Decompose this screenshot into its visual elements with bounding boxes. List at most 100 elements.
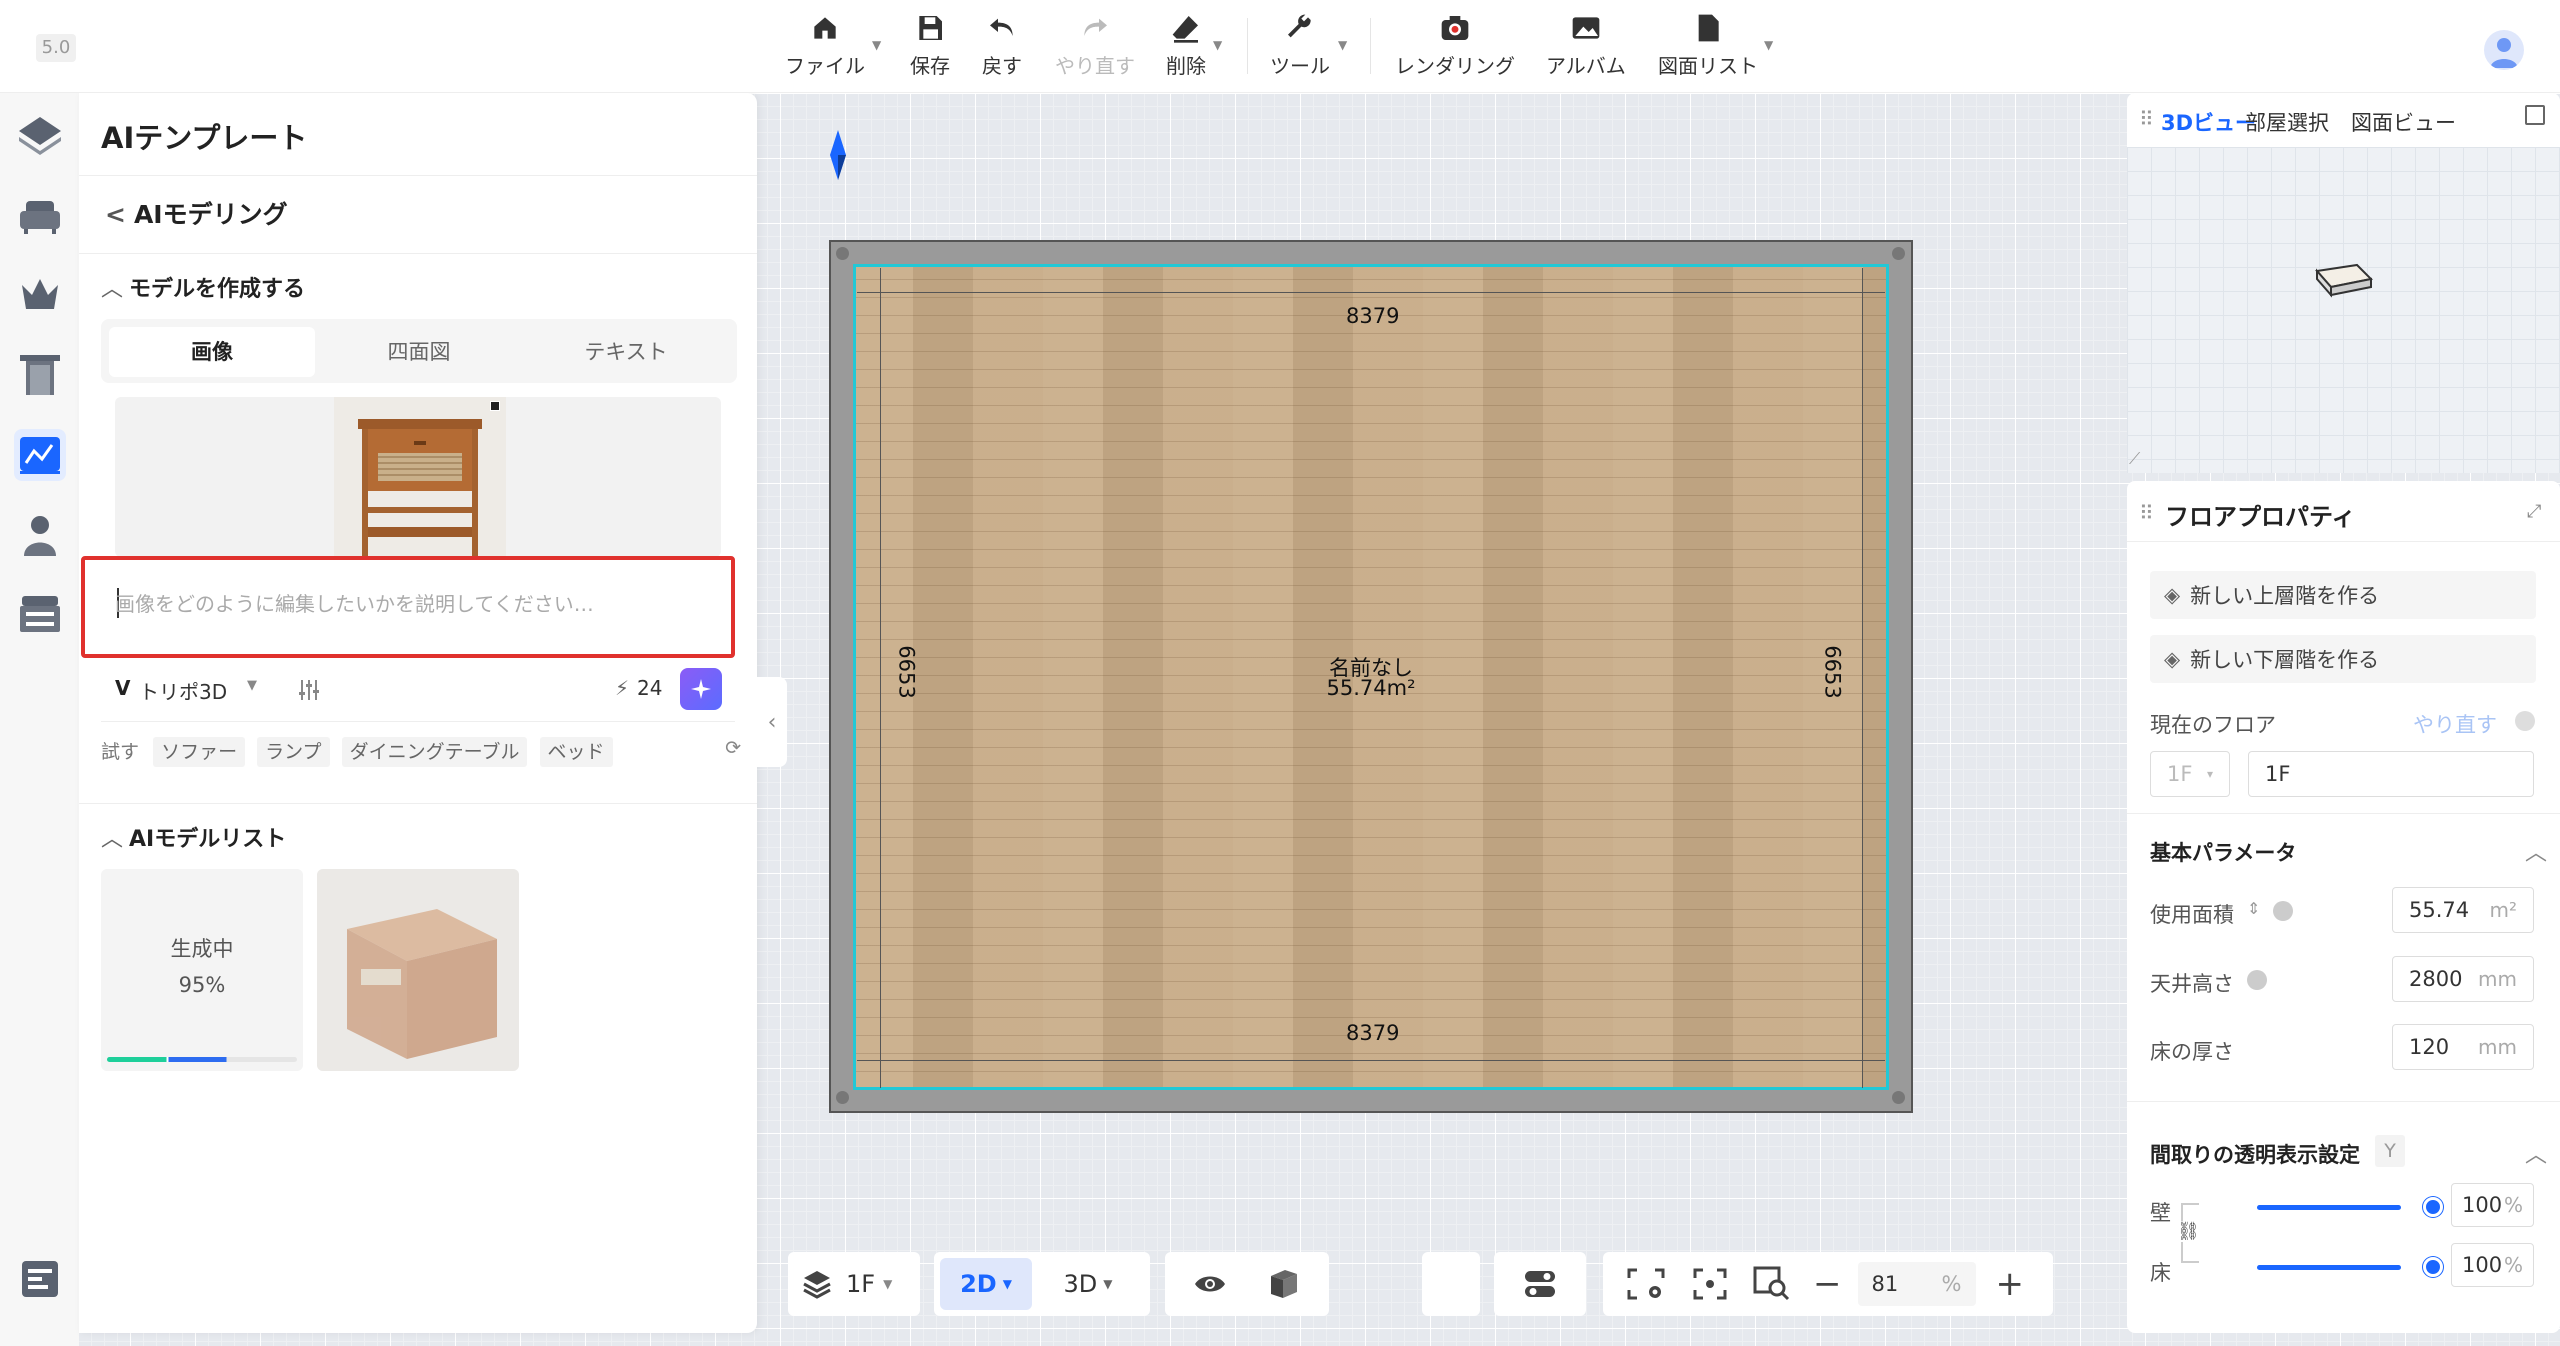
link-icon[interactable]: ⛓ — [2177, 1221, 2200, 1242]
sidebar-item-furniture[interactable] — [14, 189, 66, 241]
sliders-icon[interactable] — [297, 678, 321, 702]
drawing-list-button[interactable]: 図面リスト — [1658, 12, 1758, 82]
undo-button[interactable]: 戻す — [982, 12, 1022, 82]
expand-icon[interactable] — [490, 401, 500, 411]
wall-slider-track[interactable] — [2257, 1205, 2401, 1210]
collapse-panel-button[interactable]: ‹ — [757, 677, 787, 767]
corner-handle[interactable] — [1892, 247, 1905, 260]
delete-button[interactable]: 削除 — [1166, 12, 1206, 82]
file-button[interactable]: ファイル — [785, 12, 865, 82]
refresh-icon[interactable]: ⟳ — [725, 737, 741, 759]
resize-handle-icon[interactable]: ⟋ — [2129, 449, 2140, 469]
person-icon — [24, 516, 56, 556]
floor-slider-knob[interactable] — [2423, 1257, 2443, 1277]
tab-plan-view[interactable]: 図面ビュー — [2351, 107, 2456, 137]
tab-room-select[interactable]: 部屋選択 — [2245, 107, 2329, 137]
expand-icon[interactable]: ⤢ — [2527, 501, 2541, 522]
generate-button[interactable] — [680, 668, 722, 710]
corner-handle[interactable] — [1892, 1091, 1905, 1104]
model-select[interactable]: トリポ3D — [139, 676, 227, 705]
tab-image[interactable]: 画像 — [109, 327, 315, 377]
add-lower-floor-button[interactable]: ◈ 新しい下層階を作る — [2150, 635, 2536, 683]
fit-settings-icon[interactable] — [1627, 1268, 1665, 1300]
popout-icon[interactable] — [2525, 105, 2545, 125]
zoom-region-icon[interactable] — [1753, 1266, 1791, 1302]
album-button[interactable]: アルバム — [1546, 12, 1626, 82]
blank-tool-button[interactable] — [1422, 1252, 1480, 1316]
toolbar-divider — [1247, 18, 1248, 74]
uploaded-image-area[interactable] — [115, 397, 721, 557]
generating-card[interactable]: 生成中 95% — [101, 869, 303, 1071]
tab-text[interactable]: テキスト — [523, 327, 729, 377]
compass-icon[interactable] — [828, 130, 848, 180]
ceiling-input[interactable]: 2800 mm — [2392, 956, 2534, 1002]
create-section-header[interactable]: ︿ モデルを作成する — [101, 271, 305, 303]
view-2d-button[interactable]: 2D ▼ — [940, 1258, 1032, 1310]
prompt-box[interactable] — [81, 556, 735, 658]
chevron-up-icon[interactable]: ︿ — [2525, 835, 2547, 867]
sidebar-item-floorplan[interactable] — [14, 109, 66, 161]
tab-3d-view[interactable]: 3Dビュー — [2161, 107, 2256, 137]
floor-thickness-input[interactable]: 120 mm — [2392, 1024, 2534, 1070]
sidebar-item-ai-template[interactable] — [14, 429, 66, 481]
sort-icon[interactable]: ⇕ — [2247, 899, 2260, 918]
chevron-up-icon[interactable]: ︿ — [2525, 1137, 2547, 1169]
zoom-input[interactable]: 81 % — [1857, 1262, 1976, 1306]
back-label: AIモデリング — [133, 200, 288, 229]
eye-icon[interactable] — [1193, 1272, 1227, 1296]
corner-handle[interactable] — [836, 247, 849, 260]
floor-slider-track[interactable] — [2257, 1265, 2401, 1270]
suggestion-chip-sofa[interactable]: ソファー — [153, 737, 246, 767]
toggle-settings-button[interactable] — [1494, 1252, 1586, 1316]
wall-opacity-input[interactable]: 100% — [2451, 1183, 2534, 1227]
info-icon[interactable] — [2273, 901, 2293, 921]
back-button[interactable]: < AIモデリング — [105, 195, 288, 231]
basic-params-header[interactable]: 基本パラメータ — [2150, 837, 2296, 867]
tab-four-view[interactable]: 四面図 — [316, 327, 522, 377]
view-3d-button[interactable]: 3D ▼ — [1042, 1258, 1134, 1310]
sidebar-item-guide[interactable] — [14, 1253, 66, 1305]
sidebar-item-cabinet[interactable] — [14, 589, 66, 641]
save-button[interactable]: 保存 — [910, 12, 950, 82]
floor-opacity-input[interactable]: 100% — [2451, 1243, 2534, 1287]
drag-handle-icon[interactable]: ⠿ — [2139, 107, 2154, 131]
model-card[interactable] — [317, 869, 519, 1071]
sidebar-item-premium[interactable] — [14, 269, 66, 321]
redo-link[interactable]: やり直す — [2413, 709, 2497, 739]
tools-caret-icon[interactable]: ▼ — [1338, 38, 1347, 52]
sidebar-item-doors[interactable] — [14, 349, 66, 401]
file-caret-icon[interactable]: ▼ — [872, 38, 881, 52]
info-icon[interactable] — [2247, 970, 2267, 990]
user-avatar[interactable] — [2484, 30, 2524, 70]
zoom-out-button[interactable]: − — [1813, 1264, 1842, 1304]
tools-button[interactable]: ツール — [1270, 12, 1330, 82]
drawing-list-caret-icon[interactable]: ▼ — [1764, 38, 1773, 52]
corner-handle[interactable] — [836, 1091, 849, 1104]
info-icon[interactable] — [2515, 711, 2535, 731]
zoom-in-button[interactable]: + — [1996, 1264, 2025, 1304]
floor-select[interactable]: 1F ▾ — [2150, 751, 2230, 797]
add-upper-floor-button[interactable]: ◈ 新しい上層階を作る — [2150, 571, 2536, 619]
redo-button[interactable]: やり直す — [1055, 12, 1135, 82]
model-list-header[interactable]: ︿ AIモデルリスト — [101, 821, 286, 853]
wall-slider-knob[interactable] — [2423, 1197, 2443, 1217]
rendering-button[interactable]: レンダリング — [1395, 12, 1515, 82]
prompt-input[interactable] — [115, 586, 705, 622]
area-input[interactable]: 55.74 m² — [2392, 887, 2534, 933]
suggestion-chip-dining-table[interactable]: ダイニングテーブル — [341, 737, 528, 767]
focus-icon[interactable] — [1693, 1268, 1727, 1300]
model-caret-icon[interactable]: ▼ — [247, 678, 257, 693]
floor-name-input[interactable]: 1F — [2248, 751, 2534, 797]
sidebar-item-personal[interactable] — [14, 509, 66, 561]
reference-image[interactable] — [334, 397, 506, 557]
floor-switcher[interactable]: 1F ▼ — [788, 1252, 920, 1316]
top-dimension: 8379 — [1346, 304, 1400, 328]
delete-caret-icon[interactable]: ▼ — [1213, 38, 1222, 52]
suggestion-chip-lamp[interactable]: ランプ — [257, 737, 330, 767]
drag-handle-icon[interactable]: ⠿ — [2139, 501, 2154, 525]
cube-icon[interactable] — [1265, 1268, 1299, 1300]
transparency-header[interactable]: 間取りの透明表示設定 — [2150, 1139, 2360, 1169]
suggestion-chip-bed[interactable]: ベッド — [539, 737, 613, 767]
3d-viewport[interactable]: ⟋ — [2127, 147, 2560, 473]
redo-label: やり直す — [1055, 54, 1135, 78]
